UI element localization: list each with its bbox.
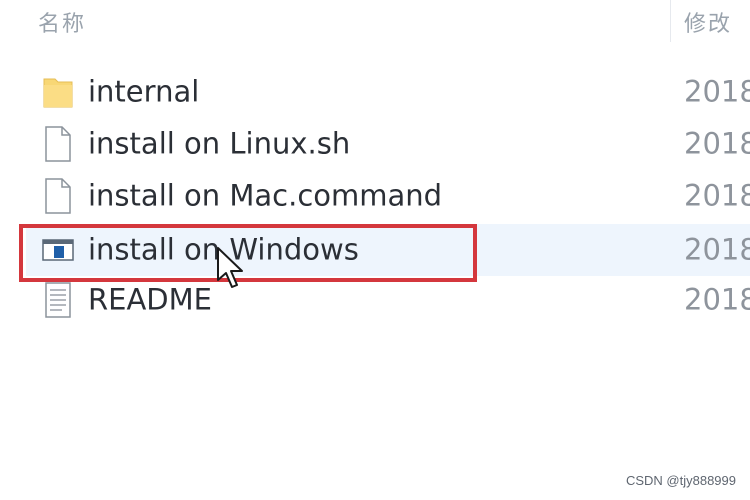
file-row-install-linux[interactable]: install on Linux.sh 2018 bbox=[26, 118, 750, 170]
file-row-internal[interactable]: internal 2018 bbox=[26, 66, 750, 118]
text-file-icon bbox=[45, 282, 71, 318]
file-date: 2018 bbox=[684, 178, 750, 213]
document-icon bbox=[45, 126, 71, 162]
file-date: 2018 bbox=[684, 74, 750, 109]
file-date: 2018 bbox=[684, 282, 750, 317]
file-row-install-windows[interactable]: install on Windows 2018 bbox=[26, 224, 750, 276]
document-icon bbox=[45, 178, 71, 214]
file-name: README bbox=[88, 282, 212, 317]
file-name: install on Linux.sh bbox=[88, 126, 351, 161]
file-date: 2018 bbox=[684, 232, 750, 267]
mouse-cursor-icon bbox=[217, 247, 243, 288]
file-row-install-mac[interactable]: install on Mac.command 2018 bbox=[26, 170, 750, 222]
watermark: CSDN @tjy888999 bbox=[625, 473, 736, 488]
application-icon bbox=[42, 239, 74, 261]
folder-icon bbox=[43, 78, 73, 108]
file-list: internal 2018 install on Linux.sh 2018 i… bbox=[0, 0, 750, 500]
file-explorer-view: 名称 修改 internal 2018 install on Linux.sh … bbox=[0, 0, 750, 500]
file-name: internal bbox=[88, 74, 200, 109]
file-name: install on Mac.command bbox=[88, 178, 443, 213]
file-row-readme[interactable]: README 2018 bbox=[26, 274, 750, 326]
file-date: 2018 bbox=[684, 126, 750, 161]
